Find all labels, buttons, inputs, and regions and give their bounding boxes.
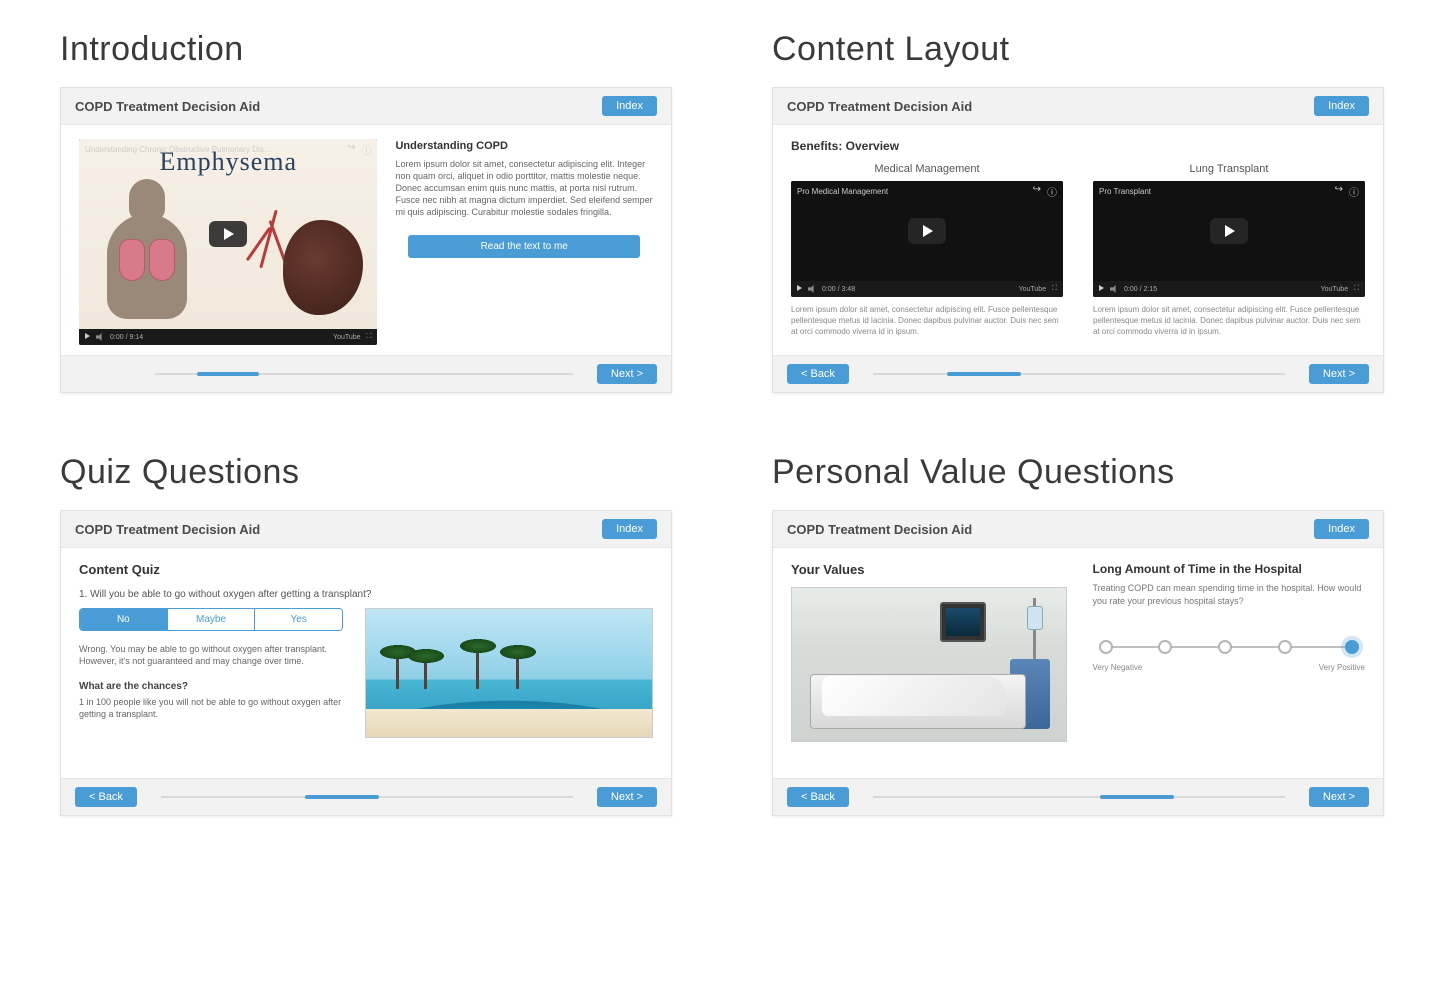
youtube-icon[interactable]: YouTube <box>333 334 361 341</box>
slider-stop-3[interactable] <box>1218 640 1232 654</box>
index-button[interactable]: Index <box>1314 519 1369 539</box>
volume-icon[interactable] <box>96 333 104 341</box>
anatomy-illustration <box>97 179 197 319</box>
values-left-title: Your Values <box>791 562 1067 577</box>
col2-body: Lorem ipsum dolor sit amet, consectetur … <box>1093 305 1365 337</box>
index-button[interactable]: Index <box>602 96 657 116</box>
play-small-icon[interactable] <box>797 285 802 293</box>
back-button[interactable]: < Back <box>787 364 849 384</box>
app-title: COPD Treatment Decision Aid <box>787 522 972 537</box>
panel-quiz: COPD Treatment Decision Aid Index Conten… <box>60 510 672 816</box>
col1-title: Medical Management <box>791 163 1063 175</box>
progress-bar <box>161 796 573 798</box>
next-button[interactable]: Next > <box>597 364 657 384</box>
intro-body: Lorem ipsum dolor sit amet, consectetur … <box>395 158 653 219</box>
quiz-subheading: What are the chances? <box>79 681 343 692</box>
slider-stop-1[interactable] <box>1099 640 1113 654</box>
panel-header: COPD Treatment Decision Aid Index <box>61 88 671 125</box>
slider-stop-2[interactable] <box>1158 640 1172 654</box>
section-title-values: Personal Value Questions <box>772 453 1384 492</box>
video-time: 0:00 / 9:14 <box>110 334 143 341</box>
answer-no[interactable]: No <box>80 609 168 630</box>
values-right-body: Treating COPD can mean spending time in … <box>1093 582 1365 607</box>
value-slider[interactable] <box>1099 637 1359 657</box>
content-subtitle: Benefits: Overview <box>791 139 1365 153</box>
quiz-feedback: Wrong. You may be able to go without oxy… <box>79 643 343 667</box>
youtube-icon[interactable]: YouTube <box>1321 286 1349 293</box>
section-title-content: Content Layout <box>772 30 1384 69</box>
next-button[interactable]: Next > <box>1309 364 1369 384</box>
volume-icon[interactable] <box>1110 285 1118 293</box>
info-icon[interactable]: ⓘ <box>361 142 371 157</box>
info-icon[interactable]: ⓘ <box>1349 184 1359 199</box>
youtube-icon[interactable]: YouTube <box>1019 286 1047 293</box>
video-time: 0:00 / 3:48 <box>822 286 855 293</box>
beach-image <box>365 608 653 738</box>
progress-bar <box>155 373 573 375</box>
share-icon[interactable]: ↪ <box>1335 184 1343 199</box>
next-button[interactable]: Next > <box>597 787 657 807</box>
play-icon[interactable] <box>209 221 247 247</box>
section-title-intro: Introduction <box>60 30 672 69</box>
share-icon[interactable]: ↪ <box>1033 184 1041 199</box>
video-medical[interactable]: Pro Medical Management ↪ ⓘ 0:00 / 3:48 Yo… <box>791 181 1063 297</box>
play-small-icon[interactable] <box>1099 285 1104 293</box>
fullscreen-icon[interactable]: ⛶ <box>367 333 372 341</box>
video-title: Pro Transplant <box>1099 187 1151 196</box>
play-icon[interactable] <box>1210 218 1248 244</box>
slider-label-neg: Very Negative <box>1093 663 1143 672</box>
video-time: 0:00 / 2:15 <box>1124 286 1157 293</box>
section-title-quiz: Quiz Questions <box>60 453 672 492</box>
section-values: Personal Value Questions COPD Treatment … <box>772 453 1384 816</box>
quiz-subbody: 1 in 100 people like you will not be abl… <box>79 696 343 720</box>
slider-stop-4[interactable] <box>1278 640 1292 654</box>
panel-intro: COPD Treatment Decision Aid Index Unders… <box>60 87 672 393</box>
intro-video-player[interactable]: Understanding Chronic Obstructive Pulmon… <box>79 139 377 345</box>
answer-yes[interactable]: Yes <box>255 609 342 630</box>
section-content-layout: Content Layout COPD Treatment Decision A… <box>772 30 1384 393</box>
play-small-icon[interactable] <box>85 333 90 341</box>
back-button[interactable]: < Back <box>75 787 137 807</box>
fullscreen-icon[interactable]: ⛶ <box>1354 285 1359 293</box>
panel-values: COPD Treatment Decision Aid Index Your V… <box>772 510 1384 816</box>
index-button[interactable]: Index <box>602 519 657 539</box>
section-quiz: Quiz Questions COPD Treatment Decision A… <box>60 453 672 816</box>
quiz-title: Content Quiz <box>79 562 653 577</box>
answer-maybe[interactable]: Maybe <box>168 609 256 630</box>
slider-label-pos: Very Positive <box>1319 663 1365 672</box>
app-title: COPD Treatment Decision Aid <box>75 522 260 537</box>
play-icon[interactable] <box>908 218 946 244</box>
app-title: COPD Treatment Decision Aid <box>787 99 972 114</box>
info-icon[interactable]: ⓘ <box>1047 184 1057 199</box>
col1-body: Lorem ipsum dolor sit amet, consectetur … <box>791 305 1063 337</box>
fullscreen-icon[interactable]: ⛶ <box>1052 285 1057 293</box>
values-right-title: Long Amount of Time in the Hospital <box>1093 562 1365 576</box>
video-title: Pro Medical Management <box>797 187 888 196</box>
video-transplant[interactable]: Pro Transplant ↪ ⓘ 0:00 / 2:15 YouTube ⛶ <box>1093 181 1365 297</box>
panel-content: COPD Treatment Decision Aid Index Benefi… <box>772 87 1384 393</box>
col-lung-transplant: Lung Transplant Pro Transplant ↪ ⓘ 0:00 /… <box>1093 163 1365 337</box>
share-icon[interactable]: ↪ <box>347 142 355 157</box>
video-controls[interactable]: 0:00 / 9:14 YouTube ⛶ <box>79 329 377 345</box>
slider-stop-5-selected[interactable] <box>1345 640 1359 654</box>
video-title: Understanding Chronic Obstructive Pulmon… <box>85 145 270 154</box>
next-button[interactable]: Next > <box>1309 787 1369 807</box>
progress-bar <box>873 373 1285 375</box>
quiz-question-1: 1. Will you be able to go without oxygen… <box>79 589 653 600</box>
hospital-image <box>791 587 1067 742</box>
progress-bar <box>873 796 1285 798</box>
answer-group: No Maybe Yes <box>79 608 343 631</box>
col-medical-management: Medical Management Pro Medical Managemen… <box>791 163 1063 337</box>
read-text-button[interactable]: Read the text to me <box>408 235 640 259</box>
app-title: COPD Treatment Decision Aid <box>75 99 260 114</box>
section-introduction: Introduction COPD Treatment Decision Aid… <box>60 30 672 393</box>
intro-heading: Understanding COPD <box>395 139 653 154</box>
back-button[interactable]: < Back <box>787 787 849 807</box>
index-button[interactable]: Index <box>1314 96 1369 116</box>
volume-icon[interactable] <box>808 285 816 293</box>
col2-title: Lung Transplant <box>1093 163 1365 175</box>
